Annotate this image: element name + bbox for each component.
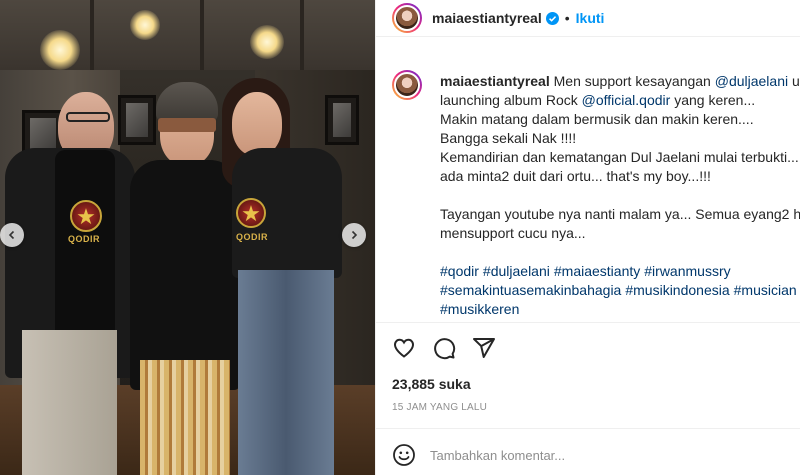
divider [376, 322, 800, 323]
caption-line: launching album Rock @official.qodir yan… [440, 91, 800, 110]
hashtag-link[interactable]: #semakintuasemakinbahagia [440, 282, 621, 298]
mention-link[interactable]: @official.qodir [582, 92, 671, 108]
ceiling-light [130, 10, 160, 40]
shirt-logo-text-2: QODIR [236, 232, 269, 242]
ceiling-beam [300, 0, 304, 70]
comment-input[interactable] [430, 447, 760, 463]
post-side-panel: maiaestiantyreal • Ikuti maiaestiantyrea… [375, 0, 800, 475]
caption-text-segment: yang keren... [670, 92, 756, 108]
separator-dot: • [564, 10, 570, 26]
post-header: maiaestiantyreal • Ikuti [376, 0, 800, 37]
caption-text: maiaestiantyreal Men support kesayangan … [440, 72, 800, 322]
caption-text-segment: launching album Rock [440, 92, 582, 108]
ceiling-beam [200, 0, 204, 70]
post-photo[interactable]: ★ QODIR ★ QODIR [0, 0, 375, 475]
follow-button[interactable]: Ikuti [576, 10, 605, 26]
ceiling-light [250, 25, 284, 59]
caption-text-segment: Bangga sekali Nak !!!! [440, 130, 577, 146]
caption-avatar[interactable] [392, 70, 422, 100]
caption-line: ada minta2 duit dari ortu... that's my b… [440, 167, 800, 186]
post-caption: maiaestiantyreal Men support kesayangan … [376, 60, 800, 322]
hashtag-line: #semakintuasemakinbahagia #musikindonesia… [440, 281, 800, 300]
caption-line: Kemandirian dan kematangan Dul Jaelani m… [440, 148, 800, 167]
caption-line: mensupport cucu nya... [440, 224, 800, 243]
wall-frame [118, 95, 156, 145]
caption-text-segment: Kemandirian dan kematangan Dul Jaelani m… [440, 149, 800, 165]
caption-text-segment: untuk [791, 73, 800, 89]
ceiling-light [40, 30, 80, 70]
hashtag-link[interactable]: #musician [734, 282, 797, 298]
post-actions [392, 336, 496, 360]
comment-box [392, 443, 792, 467]
author-username[interactable]: maiaestiantyreal [432, 10, 542, 26]
author-avatar[interactable] [392, 3, 422, 33]
caption-line: Tayangan youtube nya nanti malam ya... S… [440, 205, 800, 224]
next-photo-button[interactable] [342, 223, 366, 247]
hashtag-link[interactable]: #duljaelani [483, 263, 550, 279]
hashtag-line: #musikkeren [440, 300, 800, 319]
hashtag-link[interactable]: #musikindonesia [625, 282, 729, 298]
caption-line: Makin matang dalam bermusik dan makin ke… [440, 110, 800, 129]
hashtag-link[interactable]: #qodir [440, 263, 479, 279]
likes-count[interactable]: 23,885 suka [392, 376, 471, 392]
caption-text-segment: ada minta2 duit dari ortu... that's my b… [440, 168, 711, 184]
comment-icon[interactable] [432, 336, 456, 360]
caption-text-segment: mensupport cucu nya... [440, 225, 586, 241]
chevron-right-icon [351, 230, 358, 240]
chevron-left-icon [8, 230, 15, 240]
emoji-icon[interactable] [392, 443, 416, 467]
caption-gap [440, 243, 800, 262]
hashtag-link[interactable]: #musikkeren [440, 301, 519, 317]
caption-line: maiaestiantyreal Men support kesayangan … [440, 72, 800, 91]
hashtag-line: #qodir #duljaelani #maiaestianty #irwanmuss… [440, 262, 800, 281]
wall-frame [325, 95, 359, 145]
caption-text-segment: Makin matang dalam bermusik dan makin ke… [440, 111, 754, 127]
caption-gap [440, 186, 800, 205]
shirt-logo-text: QODIR [68, 234, 101, 244]
previous-photo-button[interactable] [0, 223, 24, 247]
divider [376, 428, 800, 429]
hashtag-link[interactable]: #irwanmussry [644, 263, 730, 279]
caption-username[interactable]: maiaestiantyreal [440, 73, 550, 89]
caption-line: Bangga sekali Nak !!!! [440, 129, 800, 148]
verified-badge-icon [545, 11, 559, 25]
hashtag-link[interactable]: #maiaestianty [554, 263, 640, 279]
ceiling-beam [90, 0, 94, 70]
share-icon[interactable] [472, 336, 496, 360]
post-timestamp[interactable]: 15 JAM YANG LALU [392, 402, 487, 413]
caption-text-segment: Men support kesayangan [553, 73, 715, 89]
mention-link[interactable]: @duljaelani [715, 73, 788, 89]
caption-text-segment: Tayangan youtube nya nanti malam ya... S… [440, 206, 800, 222]
heart-icon[interactable] [392, 336, 416, 360]
